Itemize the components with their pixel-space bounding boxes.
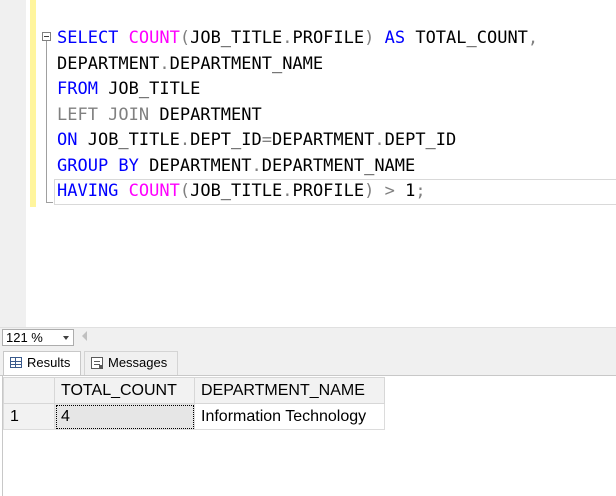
column-header-total-count[interactable]: TOTAL_COUNT xyxy=(54,377,195,404)
change-tracking-bar xyxy=(30,0,36,207)
code-token: ON xyxy=(57,130,88,150)
code-token: ( xyxy=(179,181,191,201)
row-number[interactable]: 1 xyxy=(3,403,55,430)
code-token: GROUP BY xyxy=(57,155,150,176)
code-line[interactable]: HAVING COUNT(JOB_TITLE.PROFILE) > 1; xyxy=(57,179,538,205)
column-header-department-name[interactable]: DEPARTMENT_NAME xyxy=(194,377,385,404)
code-token: JOB_TITLE xyxy=(190,28,283,48)
code-line[interactable]: GROUP BY DEPARTMENT.DEPARTMENT_NAME xyxy=(57,154,538,180)
chevron-down-icon xyxy=(63,336,69,340)
code-line[interactable]: LEFT JOIN DEPARTMENT xyxy=(57,103,538,129)
grid-corner-cell[interactable] xyxy=(3,377,55,404)
code-token: DEPARTMENT xyxy=(149,155,252,176)
code-token: TOTAL_COUNT xyxy=(415,28,528,48)
tab-messages-label: Messages xyxy=(108,355,168,370)
code-token: COUNT xyxy=(128,181,180,201)
outline-guide-end xyxy=(46,202,53,203)
results-grid-icon xyxy=(10,357,22,369)
code-token: AS xyxy=(384,28,416,48)
collapse-minus-icon[interactable] xyxy=(42,32,51,41)
tab-messages[interactable]: Messages xyxy=(84,351,178,375)
code-token: LEFT JOIN xyxy=(57,104,160,125)
code-token: FROM xyxy=(57,79,109,99)
code-token: ; xyxy=(415,181,426,201)
outline-guide xyxy=(46,41,47,203)
code-token: . xyxy=(179,130,191,150)
query-editor[interactable]: SELECT COUNT(JOB_TITLE.PROFILE) AS TOTAL… xyxy=(0,0,616,327)
code-token: JOB_TITLE xyxy=(108,79,201,99)
code-token: JOB_TITLE xyxy=(87,130,180,150)
tab-results[interactable]: Results xyxy=(3,351,81,375)
code-token: DEPARTMENT_NAME xyxy=(261,155,416,176)
code-token: DEPARTMENT_NAME xyxy=(169,53,324,74)
code-token: . xyxy=(374,130,385,150)
code-line[interactable]: ON JOB_TITLE.DEPT_ID=DEPARTMENT.DEPT_ID xyxy=(57,128,538,154)
code-token: 1 xyxy=(405,181,416,201)
code-line[interactable]: DEPARTMENT.DEPARTMENT_NAME xyxy=(57,52,538,78)
code-line[interactable]: FROM JOB_TITLE xyxy=(57,77,538,103)
tab-results-label: Results xyxy=(27,355,71,370)
code-token: ) > xyxy=(364,181,406,201)
results-grid[interactable]: TOTAL_COUNT DEPARTMENT_NAME 1 4 Informat… xyxy=(3,377,385,430)
cell-total-count[interactable]: 4 xyxy=(54,403,195,430)
code-token: . xyxy=(159,53,170,74)
code-token: PROFILE xyxy=(292,181,365,201)
zoom-dropdown[interactable]: 121 % xyxy=(2,329,74,346)
code-token: . xyxy=(251,155,262,176)
messages-icon xyxy=(91,356,103,369)
editor-status-bar: 121 % xyxy=(0,327,616,347)
code-token: = xyxy=(261,130,272,150)
scroll-left-arrow-icon[interactable] xyxy=(82,331,87,341)
editor-margin xyxy=(0,0,26,327)
code-token: COUNT xyxy=(128,28,180,48)
results-grid-pane[interactable]: TOTAL_COUNT DEPARTMENT_NAME 1 4 Informat… xyxy=(0,375,616,496)
code-token: SELECT xyxy=(57,28,129,48)
code-line[interactable]: SELECT COUNT(JOB_TITLE.PROFILE) AS TOTAL… xyxy=(57,26,538,52)
code-token: PROFILE xyxy=(292,28,365,48)
cell-department-name[interactable]: Information Technology xyxy=(194,403,385,430)
code-token: DEPARTMENT xyxy=(57,53,160,74)
code-token: JOB_TITLE xyxy=(190,181,283,201)
table-row[interactable]: 1 4 Information Technology xyxy=(3,403,385,430)
code-token: DEPARTMENT xyxy=(272,130,375,150)
code-token: HAVING xyxy=(57,181,129,201)
code-token: DEPARTMENT xyxy=(159,104,262,125)
sql-code[interactable]: SELECT COUNT(JOB_TITLE.PROFILE) AS TOTAL… xyxy=(57,26,538,205)
zoom-value: 121 % xyxy=(6,330,43,345)
grid-header-row: TOTAL_COUNT DEPARTMENT_NAME xyxy=(3,377,385,404)
code-token: . xyxy=(282,181,293,201)
code-token: , xyxy=(527,28,539,48)
code-token: DEPT_ID xyxy=(190,130,262,150)
results-tab-strip: Results Messages xyxy=(0,347,616,375)
code-token: ) xyxy=(364,28,385,48)
code-token: ( xyxy=(179,28,191,48)
code-token: DEPT_ID xyxy=(384,130,457,150)
code-token: . xyxy=(282,28,293,48)
